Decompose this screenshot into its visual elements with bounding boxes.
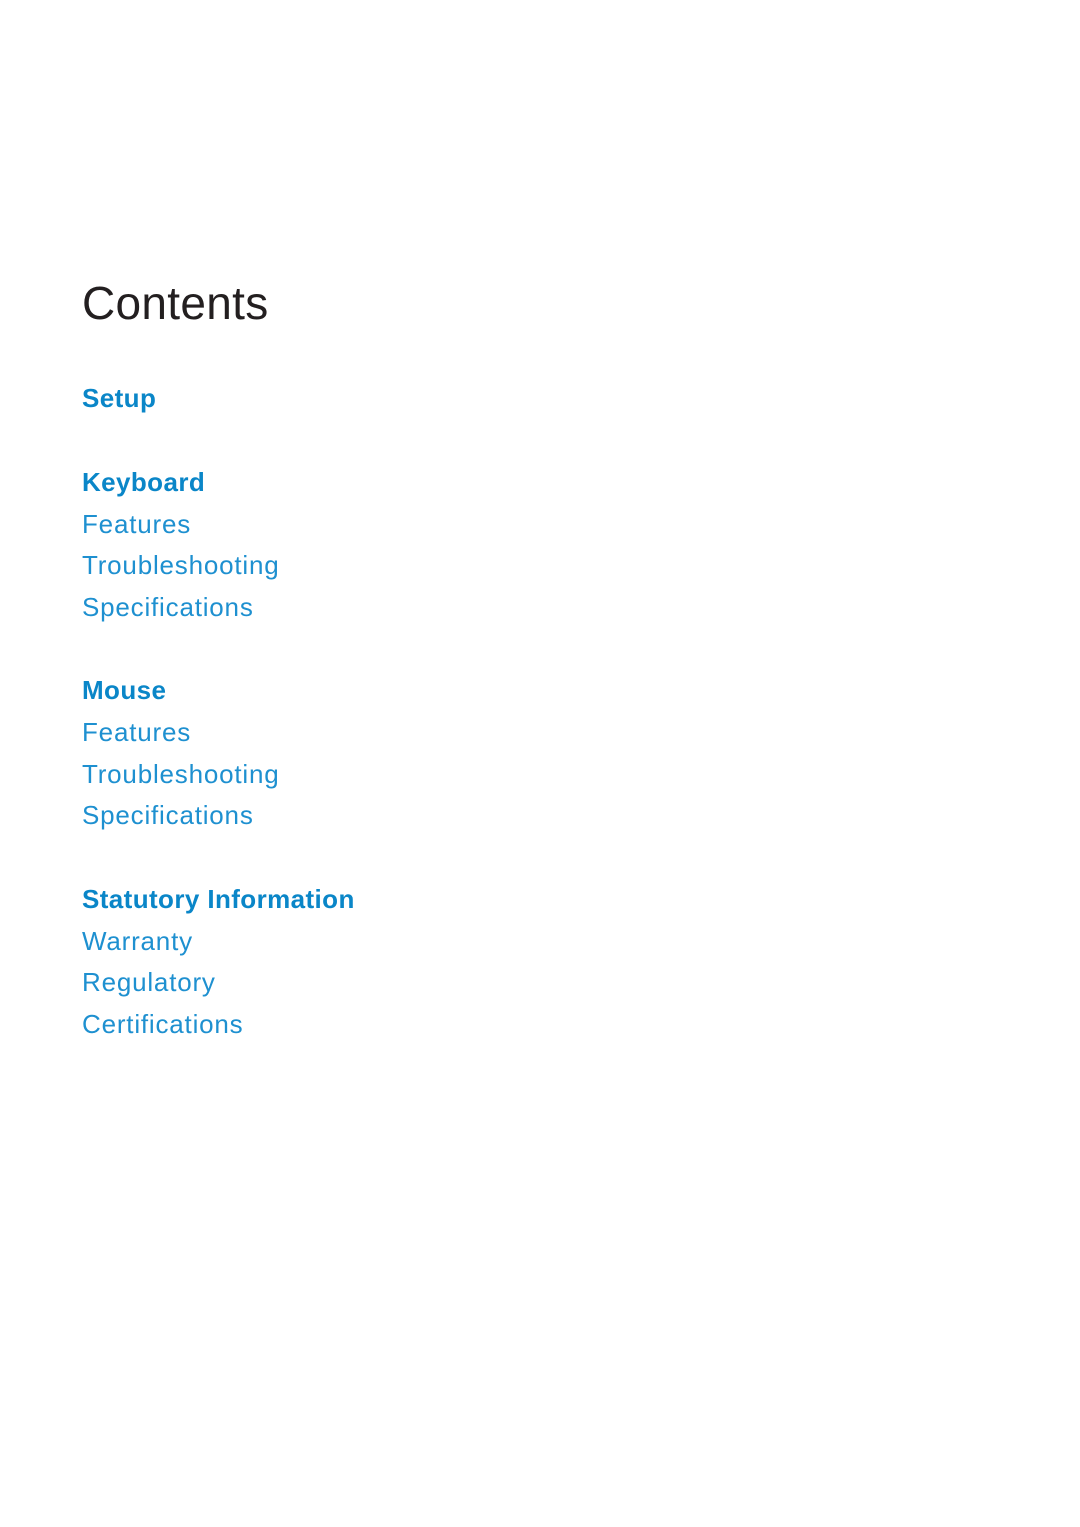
toc-section-statutory-information[interactable]: Statutory Information xyxy=(82,884,355,915)
toc-item-regulatory[interactable]: Regulatory xyxy=(82,967,216,998)
toc-item-keyboard-specifications[interactable]: Specifications xyxy=(82,592,254,623)
toc-item-warranty[interactable]: Warranty xyxy=(82,926,193,957)
toc-section-keyboard[interactable]: Keyboard xyxy=(82,467,205,498)
toc-item-keyboard-troubleshooting[interactable]: Troubleshooting xyxy=(82,550,280,581)
toc-item-certifications[interactable]: Certifications xyxy=(82,1009,243,1040)
toc-item-mouse-troubleshooting[interactable]: Troubleshooting xyxy=(82,759,280,790)
toc-item-mouse-features[interactable]: Features xyxy=(82,717,191,748)
toc-item-mouse-specifications[interactable]: Specifications xyxy=(82,800,254,831)
toc-item-keyboard-features[interactable]: Features xyxy=(82,509,191,540)
toc-section-setup[interactable]: Setup xyxy=(82,383,156,414)
page-title: Contents xyxy=(82,277,269,329)
toc-section-mouse[interactable]: Mouse xyxy=(82,675,166,706)
